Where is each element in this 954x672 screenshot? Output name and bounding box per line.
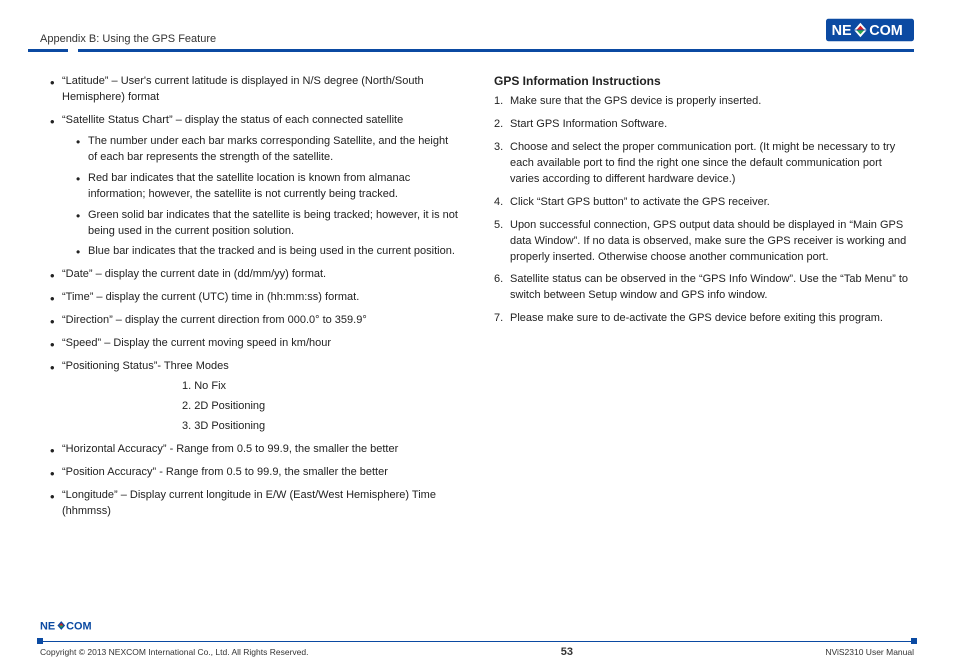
page-number: 53 [561,646,573,658]
list-item: Red bar indicates that the satellite loc… [76,171,460,203]
list-item: Make sure that the GPS device is properl… [494,94,914,110]
list-item: “Longitude” – Display current longitude … [50,488,460,520]
list-item: “Horizontal Accuracy” - Range from 0.5 t… [50,442,460,458]
footer-row: Copyright © 2013 NEXCOM International Co… [40,646,914,658]
list-item: The number under each bar marks correspo… [76,134,460,166]
footer: NE COM Copyright © 2013 NEXCOM Internati… [40,618,914,658]
svg-text:NE: NE [832,23,852,39]
right-column: GPS Information Instructions Make sure t… [494,74,914,527]
list-item: Upon successful connection, GPS output d… [494,218,914,266]
list-item: “Speed” – Display the current moving spe… [50,336,460,352]
svg-text:COM: COM [869,23,903,39]
instructions-list: Make sure that the GPS device is properl… [494,94,914,327]
list-item: 3. 3D Positioning [182,419,460,435]
svg-text:COM: COM [66,620,91,632]
copyright: Copyright © 2013 NEXCOM International Co… [40,647,308,657]
list-item: 2. 2D Positioning [182,399,460,415]
list-item: Start GPS Information Software. [494,117,914,133]
list-text: “Positioning Status”- Three Modes [62,360,229,372]
breadcrumb: Appendix B: Using the GPS Feature [40,33,216,45]
feature-list: “Latitude” – User's current latitude is … [40,74,460,520]
list-item: “Satellite Status Chart” – display the s… [50,113,460,261]
left-column: “Latitude” – User's current latitude is … [40,74,460,527]
brand-logo: NE COM [826,18,914,45]
modes-list: 1. No Fix 2. 2D Positioning 3. 3D Positi… [62,379,460,435]
list-item: “Date” – display the current date in (dd… [50,267,460,283]
list-item: Click “Start GPS button” to activate the… [494,195,914,211]
footer-rule [40,641,914,642]
list-item: “Latitude” – User's current latitude is … [50,74,460,106]
list-text: “Latitude” – User's current latitude is … [62,75,424,103]
list-item: “Time” – display the current (UTC) time … [50,290,460,306]
header: Appendix B: Using the GPS Feature NE COM [40,18,914,45]
list-item: Choose and select the proper communicati… [494,140,914,188]
list-item: Blue bar indicates that the tracked and … [76,244,460,260]
list-item: “Positioning Status”- Three Modes 1. No … [50,359,460,435]
header-rule [40,49,914,52]
list-item: Green solid bar indicates that the satel… [76,208,460,240]
list-item: Please make sure to de-activate the GPS … [494,311,914,327]
list-item: 1. No Fix [182,379,460,395]
list-item: Satellite status can be observed in the … [494,272,914,304]
svg-text:NE: NE [40,620,55,632]
content: “Latitude” – User's current latitude is … [40,74,914,527]
list-item: “Direction” – display the current direct… [50,313,460,329]
list-text: “Satellite Status Chart” – display the s… [62,114,403,126]
instructions-heading: GPS Information Instructions [494,74,914,88]
footer-logo: NE COM [40,618,914,637]
manual-name: NViS2310 User Manual [825,647,914,657]
list-item: “Position Accuracy” - Range from 0.5 to … [50,465,460,481]
sub-list: The number under each bar marks correspo… [62,134,460,261]
